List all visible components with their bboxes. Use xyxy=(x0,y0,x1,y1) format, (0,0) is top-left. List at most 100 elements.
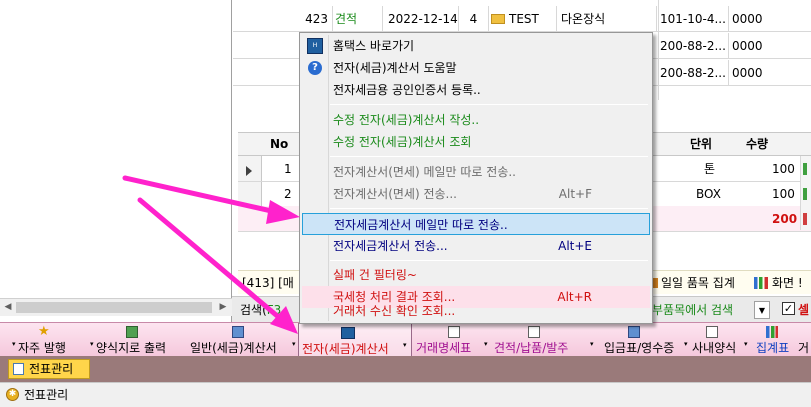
form-print-label: 양식지로 출력 xyxy=(96,341,167,355)
menu-item-label: 전자계산서(면세) 메일만 따로 전송.. xyxy=(333,165,516,179)
scroll-left-arrow-icon[interactable]: ◀ xyxy=(1,301,15,314)
menu-separator xyxy=(330,260,648,261)
cell-code: 101-10-4... xyxy=(657,6,729,32)
electronic-tax-invoice-button[interactable]: 전자(세금)계산서 ▾ xyxy=(298,323,412,357)
caret-icon: ▾ xyxy=(292,340,296,348)
gear-icon: ✱ xyxy=(6,388,19,401)
cell-zero: 0000 xyxy=(732,66,763,80)
internal-form-label: 사내양식 xyxy=(692,341,737,355)
calculator-icon xyxy=(628,326,640,338)
cell-unit: 톤 xyxy=(704,162,716,176)
cell-zero: 0000 xyxy=(732,12,763,26)
menu-separator xyxy=(330,208,648,209)
general-tax-invoice-button[interactable]: 일반(세금)계산서 ▾ xyxy=(186,323,298,357)
caret-icon: ▾ xyxy=(90,340,94,348)
search-label-text: 검색 xyxy=(240,303,263,317)
search-label: 검색(F3 xyxy=(240,303,282,317)
bar-chart-icon xyxy=(754,277,768,289)
cell-unit: BOX xyxy=(696,187,721,201)
menu-item-label: 홈택스 바로가기 xyxy=(333,39,415,53)
menu-item-filter-failed[interactable]: 실패 건 필터링~ xyxy=(302,264,650,286)
grid-divider xyxy=(658,0,659,100)
menu-item-label: 전자(세금)계산서 도움말 xyxy=(333,61,457,75)
menu-separator xyxy=(330,104,648,105)
summary-table-label: 집계표 xyxy=(756,341,790,355)
caret-icon: ▾ xyxy=(12,340,16,348)
status-bar-label: 전표관리 xyxy=(24,388,69,402)
cell-type: 견적 xyxy=(333,6,383,32)
calculator-icon xyxy=(232,326,244,338)
daily-summary-button[interactable]: 일일 품목 집계 xyxy=(650,274,735,292)
hometax-icon: H xyxy=(307,38,323,54)
bottom-toolbar: ★ 자주 발행 ▾ 양식지로 출력 ▾ 일반(세금)계산서 ▾ 전자(세금)계산… xyxy=(0,322,811,357)
tab-label: 전표관리 xyxy=(29,362,74,376)
document-icon xyxy=(448,326,460,338)
scroll-right-arrow-icon[interactable]: ▶ xyxy=(216,301,230,314)
menu-item-help[interactable]: ? 전자(세금)계산서 도움말 xyxy=(302,57,650,79)
context-menu: H 홈택스 바로가기 ? 전자(세금)계산서 도움말 전자세금용 공인인증서 등… xyxy=(299,32,653,324)
menu-item-exempt-send[interactable]: 전자계산서(면세) 전송... Alt+F xyxy=(302,183,650,205)
menu-item-exempt-mail-only[interactable]: 전자계산서(면세) 메일만 따로 전송.. xyxy=(302,161,650,183)
receipt-button[interactable]: 입금표/영수증 ▾ xyxy=(602,323,690,357)
cell-name-text: TEST xyxy=(509,12,539,26)
col-qty-header[interactable]: 수량 xyxy=(746,133,768,155)
search-dropdown-button[interactable]: ▼ xyxy=(754,301,770,319)
more-toolbar-button[interactable]: 거 xyxy=(798,323,811,357)
daily-summary-label: 일일 품목 집계 xyxy=(661,276,735,290)
tab-strip xyxy=(0,356,811,382)
estimate-delivery-order-button[interactable]: 견적/납품/발주 ▾ xyxy=(492,323,598,357)
cell-code: 200-88-2... xyxy=(657,33,729,59)
printer-icon xyxy=(126,326,138,338)
caret-icon: ▾ xyxy=(590,340,594,348)
menu-item-tax-send[interactable]: 전자세금계산서 전송... Alt+E xyxy=(302,235,650,257)
menu-item-receipt-check[interactable]: 거래처 수신 확인 조회... xyxy=(302,300,650,322)
form-print-button[interactable]: 양식지로 출력 ▾ xyxy=(86,323,182,357)
frequent-issue-button[interactable]: ★ 자주 발행 ▾ xyxy=(6,323,76,357)
menu-item-write-amended[interactable]: 수정 전자(세금)계산서 작성.. xyxy=(302,109,650,131)
menu-item-label: 거래처 수신 확인 조회... xyxy=(333,304,456,318)
table-row[interactable]: 423 견적 2022-12-14 4 TEST 다온장식 101-10-4..… xyxy=(233,6,811,32)
cell-ship: 다온장식 xyxy=(557,6,657,32)
menu-item-shortcut: Alt+E xyxy=(558,239,592,253)
document-icon xyxy=(13,363,24,375)
left-horizontal-scrollbar[interactable]: ◀ ▶ xyxy=(0,298,232,316)
screen-button[interactable]: 화면 ! xyxy=(754,274,803,292)
receipt-label: 입금표/영수증 xyxy=(604,341,675,355)
select-label: 셀 xyxy=(798,303,810,317)
row-status-strip xyxy=(800,156,811,230)
screen-label: 화면 ! xyxy=(772,276,803,290)
select-checkbox[interactable]: ✓ xyxy=(782,302,795,315)
menu-item-label: 전자세금계산서 전송... xyxy=(333,239,448,253)
cell-no: 1 xyxy=(284,162,292,176)
document-icon xyxy=(528,326,540,338)
status-bar-green xyxy=(803,188,807,200)
cell-no: 423 xyxy=(233,6,333,32)
tab-voucher-management[interactable]: 전표관리 xyxy=(8,359,90,379)
summary-table-button[interactable]: 집계표 xyxy=(756,323,796,357)
menu-item-label: 수정 전자(세금)계산서 작성.. xyxy=(333,113,480,127)
scrollbar-thumb[interactable] xyxy=(16,302,212,313)
caret-icon: ▾ xyxy=(684,340,688,348)
col-no-header[interactable]: No xyxy=(270,133,288,155)
transaction-statement-button[interactable]: 거래명세표 ▾ xyxy=(414,323,490,357)
menu-item-label: 전자계산서(면세) 전송... xyxy=(333,187,457,201)
menu-item-view-amended[interactable]: 수정 전자(세금)계산서 조회 xyxy=(302,131,650,153)
menu-item-tax-mail-only[interactable]: 전자세금계산서 메일만 따로 전송.. xyxy=(302,213,650,235)
menu-item-label: 수정 전자(세금)계산서 조회 xyxy=(333,135,472,149)
star-icon: ★ xyxy=(38,324,50,339)
menu-item-register-cert[interactable]: 전자세금용 공인인증서 등록.. xyxy=(302,79,650,101)
col-unit-header[interactable]: 단위 xyxy=(690,133,712,155)
menu-item-label: 실패 건 필터링~ xyxy=(333,268,417,282)
internal-form-button[interactable]: 사내양식 ▾ xyxy=(692,323,752,357)
cell-qty: 100 xyxy=(772,162,795,176)
record-label: [413] [매 xyxy=(242,276,294,290)
electronic-tax-invoice-label: 전자(세금)계산서 xyxy=(302,342,389,356)
search-key: F3 xyxy=(266,303,282,317)
sub-item-search-option[interactable]: 부품목에서 검색 xyxy=(652,301,733,319)
folder-icon xyxy=(491,14,505,24)
menu-item-hometax[interactable]: H 홈택스 바로가기 xyxy=(302,35,650,57)
left-tree-panel xyxy=(0,0,232,322)
cell-no: 2 xyxy=(284,187,292,201)
more-toolbar-label: 거 xyxy=(798,341,810,355)
status-bar: ✱ 전표관리 xyxy=(0,382,811,407)
